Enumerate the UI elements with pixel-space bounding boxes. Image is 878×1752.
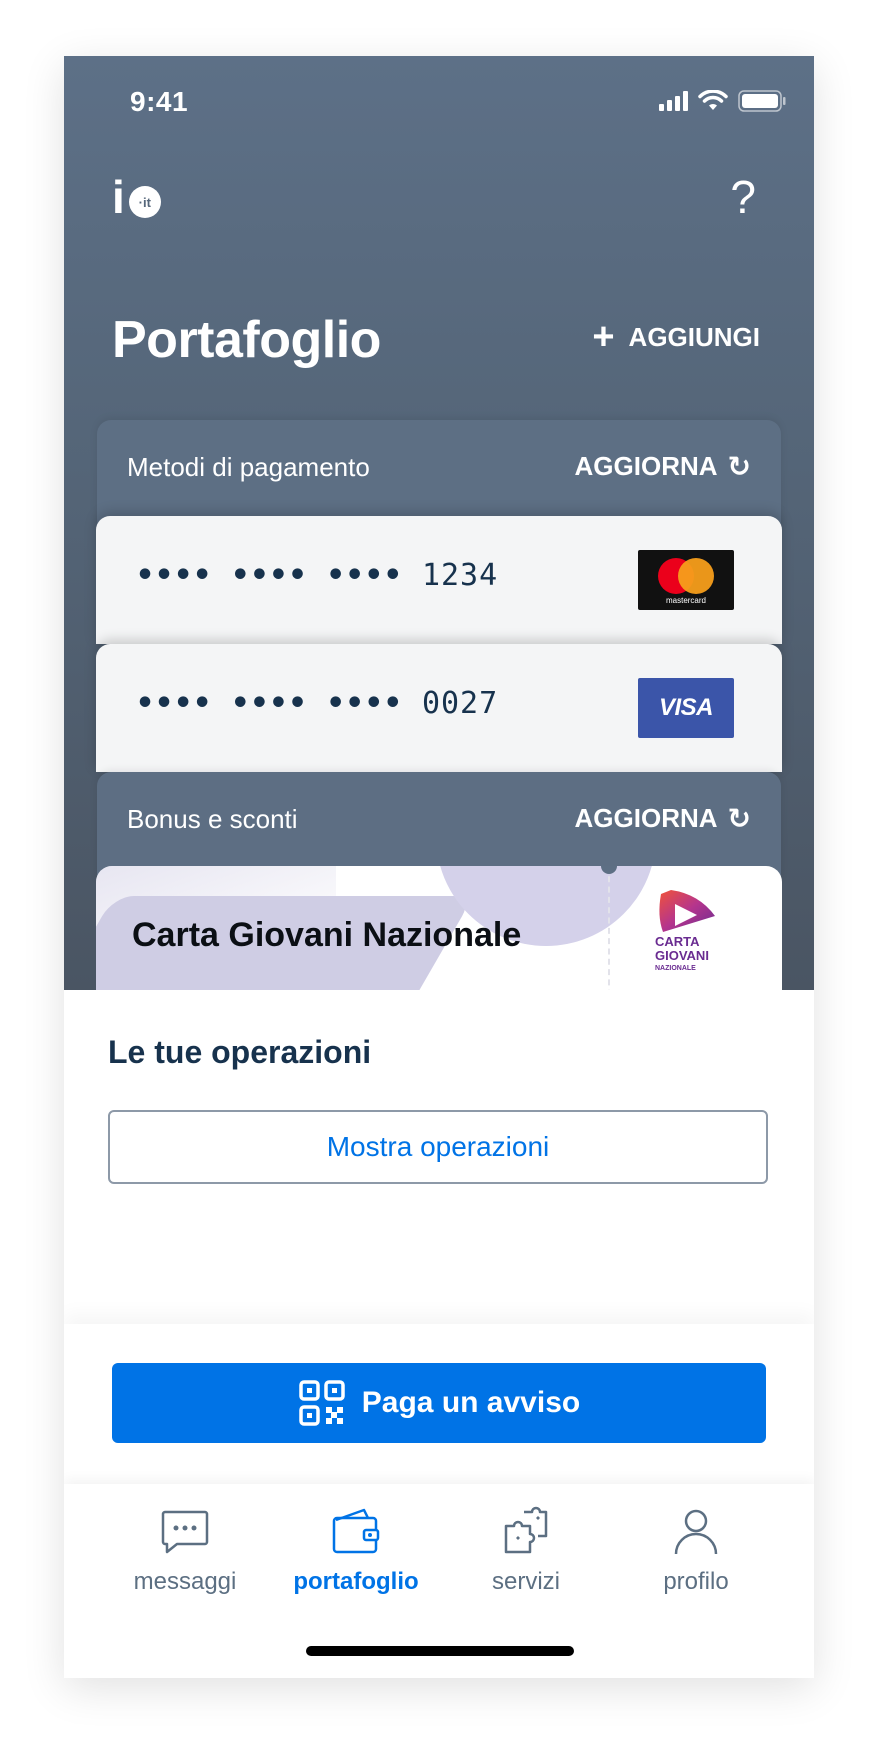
status-icons	[659, 90, 786, 112]
payment-card-visa[interactable]: •••• •••• •••• 0027 VISA	[96, 644, 782, 772]
bonus-card-title: Carta Giovani Nazionale	[132, 916, 522, 954]
wallet-icon	[332, 1508, 380, 1554]
payment-methods-label: Metodi di pagamento	[127, 452, 370, 482]
visa-logo: VISA	[638, 678, 734, 738]
mastercard-wordmark: mastercard	[665, 596, 706, 605]
tab-messaggi[interactable]: messaggi	[110, 1506, 260, 1596]
operations-title: Le tue operazioni	[108, 1034, 372, 1070]
card-number: •••• •••• •••• 0027	[136, 686, 498, 721]
card-number: •••• •••• •••• 1234	[136, 558, 498, 593]
mastercard-logo: mastercard	[638, 550, 734, 610]
carta-giovani-card[interactable]: Carta Giovani Nazionale CARTA GIOVANI NA…	[96, 866, 782, 990]
wifi-icon	[698, 90, 728, 110]
logo-letter: i	[112, 171, 125, 223]
plus-icon: +	[592, 316, 615, 358]
cgn-logo-line-3: NAZIONALE	[655, 965, 696, 972]
payment-card-mastercard[interactable]: •••• •••• •••• 1234 mastercard	[96, 516, 782, 644]
page-title: Portafoglio	[112, 311, 381, 369]
add-button-label: AGGIUNGI	[628, 321, 760, 352]
qr-code-icon	[299, 1380, 345, 1426]
phone-screen: 9:41 i ·it ? Portafoglio + AGGIUNGI Meto…	[64, 56, 814, 1678]
person-icon	[674, 1509, 718, 1555]
chat-bubble-icon	[161, 1510, 209, 1554]
io-app-logo: i ·it	[112, 174, 161, 220]
puzzle-icon	[504, 1506, 548, 1554]
bonus-refresh-button[interactable]: AGGIORNA ↻	[575, 802, 751, 835]
tab-profilo[interactable]: profilo	[621, 1506, 771, 1596]
cellular-signal-icon	[659, 91, 688, 111]
tab-label: messaggi	[133, 1568, 237, 1595]
card-last-digits: 0027	[421, 686, 499, 721]
refresh-icon: ↻	[727, 451, 751, 482]
refresh-label: AGGIORNA	[574, 451, 718, 481]
carta-giovani-logo: CARTA GIOVANI NAZIONALE	[655, 890, 715, 972]
pay-notice-button[interactable]: Paga un avviso	[112, 1363, 766, 1443]
show-operations-button[interactable]: Mostra operazioni	[108, 1110, 768, 1184]
card-masked-digits: •••• •••• ••••	[136, 558, 403, 593]
bonus-label: Bonus e sconti	[127, 804, 298, 834]
cgn-logo-line-2: GIOVANI	[655, 948, 709, 963]
status-bar: 9:41	[64, 56, 814, 146]
tab-portafoglio[interactable]: portafoglio	[281, 1506, 431, 1596]
payment-methods-header: Metodi di pagamento AGGIORNA ↻	[97, 420, 781, 530]
card-masked-digits: •••• •••• ••••	[136, 686, 403, 721]
card-last-digits: 1234	[421, 558, 499, 593]
pay-notice-label: Paga un avviso	[361, 1386, 581, 1419]
wallet-header: 9:41 i ·it ? Portafoglio + AGGIUNGI Meto…	[64, 56, 814, 990]
refresh-icon: ↻	[727, 803, 751, 834]
refresh-label: AGGIORNA	[574, 803, 718, 833]
status-time: 9:41	[130, 86, 189, 117]
battery-icon	[738, 90, 786, 112]
tab-label: servizi	[491, 1568, 560, 1595]
help-icon[interactable]: ?	[730, 174, 756, 220]
tab-label: portafoglio	[293, 1568, 419, 1595]
payment-methods-refresh-button[interactable]: AGGIORNA ↻	[575, 450, 751, 483]
tab-servizi[interactable]: servizi	[451, 1506, 601, 1596]
cgn-logo-line-1: CARTA	[655, 934, 700, 949]
logo-badge: ·it	[128, 186, 161, 218]
tab-label: profilo	[663, 1568, 729, 1595]
add-button[interactable]: + AGGIUNGI	[592, 318, 760, 356]
home-indicator	[306, 1646, 574, 1656]
